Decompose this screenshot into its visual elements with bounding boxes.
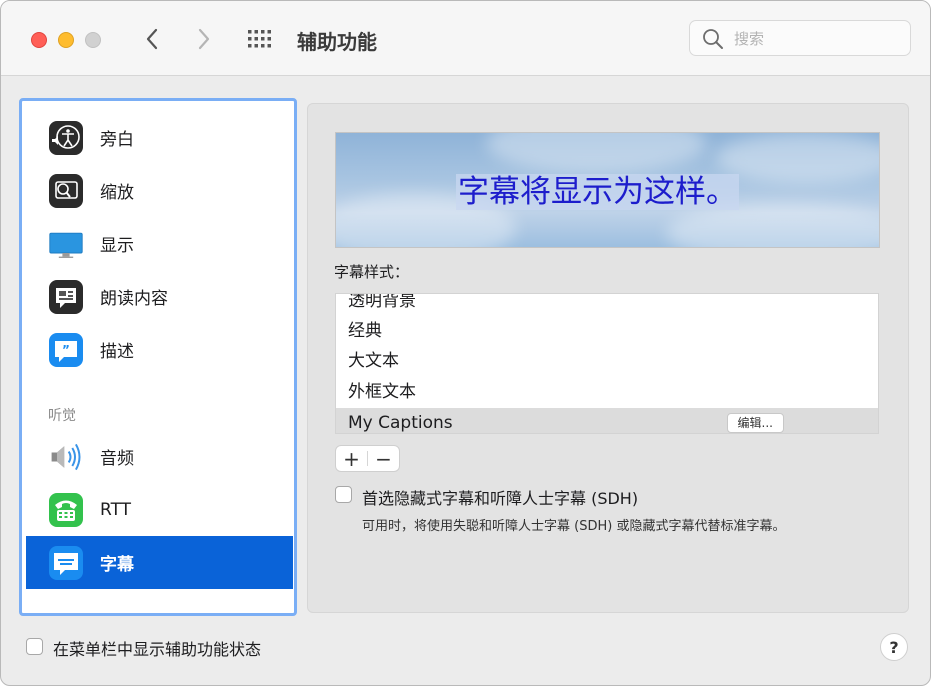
minimize-window-button[interactable]	[58, 32, 74, 48]
system-preferences-window: 辅助功能 旁白 缩放 显示	[0, 0, 931, 686]
edit-style-button[interactable]: 编辑...	[726, 413, 784, 433]
style-row-outline-text[interactable]: 外框文本	[336, 377, 878, 407]
close-window-button[interactable]	[31, 32, 47, 48]
style-row-transparent[interactable]: 透明背景	[336, 294, 878, 316]
sdh-description: 可用时，将使用失聪和听障人士字幕 (SDH) 或隐藏式字幕代替标准字幕。	[362, 519, 786, 534]
sidebar-item-label: 朗读内容	[100, 289, 168, 309]
sidebar-item-voiceover[interactable]: 旁白	[26, 111, 293, 164]
add-style-button[interactable]: +	[336, 446, 367, 471]
style-row-classic[interactable]: 经典	[336, 316, 878, 346]
voiceover-icon	[48, 120, 84, 156]
style-row-label: My Captions	[348, 413, 453, 433]
svg-text:”: ”	[62, 343, 70, 357]
sidebar-item-label: 缩放	[100, 183, 134, 203]
search-field[interactable]	[689, 20, 911, 56]
style-row-my-captions[interactable]: My Captions 编辑...	[336, 408, 878, 433]
captions-icon	[48, 545, 84, 581]
sdh-checkbox[interactable]	[335, 486, 352, 503]
speaker-icon	[48, 439, 84, 475]
zoom-window-button[interactable]	[85, 32, 101, 48]
caption-style-label: 字幕样式：	[334, 263, 410, 281]
add-remove-control: + −	[335, 445, 400, 472]
sidebar: 旁白 缩放 显示 朗读内容 ” 描述 听觉 音频 RTT 字幕	[19, 98, 297, 616]
back-button[interactable]	[138, 25, 166, 53]
sidebar-item-zoom[interactable]: 缩放	[26, 164, 293, 217]
section-header-hearing: 听觉	[48, 408, 76, 424]
sidebar-item-captions[interactable]: 字幕	[26, 536, 293, 589]
descriptions-icon: ”	[48, 332, 84, 368]
show-in-menubar-label[interactable]: 在菜单栏中显示辅助功能状态	[53, 636, 261, 660]
caption-style-list[interactable]: 透明背景 经典 大文本 外框文本 My Captions 编辑...	[335, 293, 879, 434]
show-all-button[interactable]	[246, 26, 274, 52]
zoom-icon	[48, 173, 84, 209]
grid-icon	[248, 30, 271, 48]
sidebar-item-display[interactable]: 显示	[26, 217, 293, 270]
search-input[interactable]	[732, 27, 906, 51]
title-bar: 辅助功能	[1, 1, 930, 76]
cloud-shape	[716, 133, 879, 183]
help-button[interactable]: ?	[880, 633, 908, 661]
sdh-checkbox-label[interactable]: 首选隐藏式字幕和听障人士字幕 (SDH)	[362, 485, 638, 509]
sidebar-item-spoken-content[interactable]: 朗读内容	[26, 270, 293, 323]
window-title: 辅助功能	[297, 30, 377, 54]
sidebar-item-label: 字幕	[100, 555, 134, 575]
sidebar-item-audio[interactable]: 音频	[26, 430, 293, 483]
chevron-left-icon	[146, 28, 158, 50]
show-in-menubar-checkbox[interactable]	[26, 638, 43, 655]
caption-preview: 字幕将显示为这样。	[335, 132, 880, 248]
chevron-right-icon	[198, 28, 210, 50]
sidebar-item-label: 描述	[100, 342, 134, 362]
cloud-shape	[486, 133, 706, 173]
spoken-content-icon	[48, 279, 84, 315]
sidebar-item-label: RTT	[100, 499, 132, 520]
sidebar-item-descriptions[interactable]: ” 描述	[26, 323, 293, 376]
preview-caption-text: 字幕将显示为这样。	[456, 174, 739, 210]
display-icon	[48, 226, 84, 262]
forward-button[interactable]	[190, 25, 218, 53]
search-icon	[703, 29, 723, 49]
sidebar-item-label: 旁白	[100, 130, 134, 150]
sidebar-item-rtt[interactable]: RTT	[26, 483, 293, 536]
rtt-icon	[48, 492, 84, 528]
sidebar-item-label: 音频	[100, 449, 134, 469]
remove-style-button[interactable]: −	[368, 446, 399, 471]
sidebar-item-label: 显示	[100, 236, 134, 256]
style-row-large-text[interactable]: 大文本	[336, 346, 878, 376]
